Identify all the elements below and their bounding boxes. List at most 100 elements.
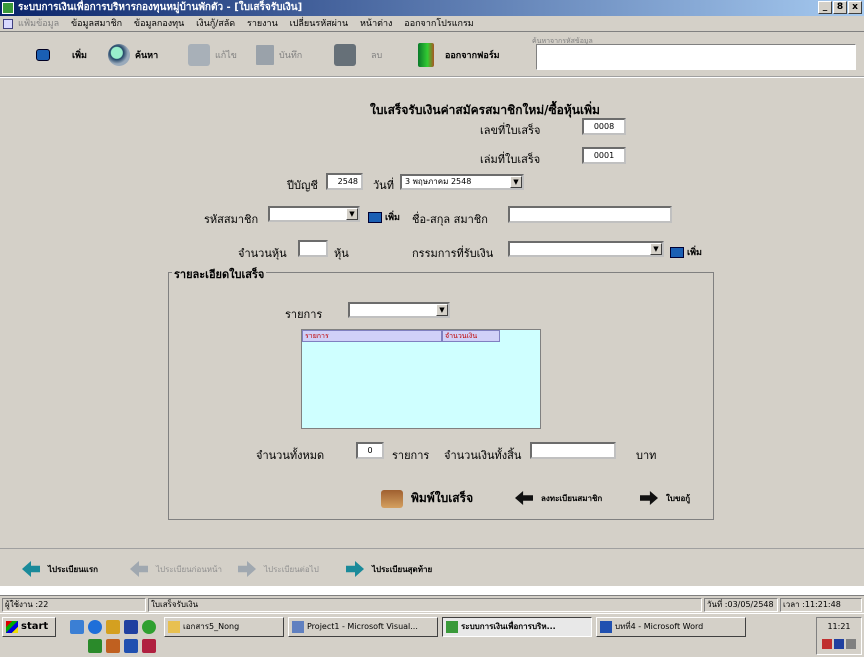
quicklaunch-icon-6[interactable] <box>88 639 102 653</box>
desktop-icon[interactable] <box>70 620 84 634</box>
save-icon[interactable] <box>124 620 138 634</box>
minimize-button[interactable]: _ <box>818 1 832 14</box>
media-icon[interactable] <box>106 620 120 634</box>
windows-taskbar: start เอกสาร5_Nong Project1 - Microsoft … <box>0 613 864 657</box>
book-number-field[interactable]: 0001 <box>582 147 626 164</box>
fiscal-year-field[interactable]: 2548 <box>326 173 363 190</box>
date-label: วันที่ <box>373 179 394 192</box>
arrow-left-icon <box>130 561 148 577</box>
arrow-left-icon <box>22 561 40 577</box>
menu-reports[interactable]: รายงาน <box>247 16 278 32</box>
print-receipt-button[interactable]: พิมพ์ใบเสร็จ <box>381 489 473 508</box>
book-number-label: เล่มที่ใบเสร็จ <box>480 153 541 166</box>
arrow-right-icon <box>238 561 256 577</box>
record-navigation-bar: ไประเบียนแรก ไประเบียนก่อนหน้า ไประเบียน… <box>0 548 864 586</box>
toolbar-add-button[interactable] <box>36 42 50 68</box>
next-record-button[interactable]: ไประเบียนต่อไป <box>238 561 319 577</box>
total-amount-field[interactable] <box>530 442 616 459</box>
menu-change-password[interactable]: เปลี่ยนรหัสผ่าน <box>290 16 348 32</box>
chevron-down-icon[interactable]: ▼ <box>346 208 358 220</box>
arrow-right-icon <box>346 561 364 577</box>
volume-icon[interactable] <box>846 639 856 649</box>
menu-file[interactable]: แฟ้มข้อมูล <box>18 16 59 32</box>
last-record-button[interactable]: ไประเบียนสุดท้าย <box>346 561 432 577</box>
toolbar-exit-button[interactable]: ออกจากฟอร์ม <box>418 42 500 68</box>
calendar-add-icon <box>670 246 684 258</box>
arrow-right-icon <box>640 491 658 505</box>
add-member-button[interactable]: เพิ่ม <box>368 210 400 224</box>
word-icon <box>600 621 612 633</box>
arrow-left-icon <box>515 491 533 505</box>
start-button[interactable]: start <box>2 617 56 637</box>
window-title: ระบบการเงินเพื่อการบริหารกองทุนหมู่บ้านพ… <box>18 2 303 13</box>
status-bar: ผู้ใช้งาน :22 ใบเสร็จรับเงิน วันที่ :03/… <box>0 595 864 613</box>
receipt-detail-group-title: รายละเอียดใบเสร็จ <box>172 265 267 283</box>
word-icon[interactable] <box>124 639 138 653</box>
grid-header-item[interactable]: รายการ <box>302 330 442 342</box>
previous-record-button[interactable]: ไประเบียนก่อนหน้า <box>130 561 222 577</box>
chevron-down-icon[interactable]: ▼ <box>510 176 522 188</box>
total-count-field[interactable]: 0 <box>356 442 384 459</box>
chevron-down-icon[interactable]: ▼ <box>436 304 448 316</box>
member-id-select[interactable]: ▼ <box>268 206 360 222</box>
antivirus-icon[interactable] <box>822 639 832 649</box>
chevron-down-icon[interactable]: ▼ <box>650 243 662 255</box>
taskbar-item-finance-app[interactable]: ระบบการเงินเพื่อการบริห... <box>442 617 592 637</box>
messenger-icon[interactable] <box>142 620 156 634</box>
member-name-field[interactable] <box>508 206 672 223</box>
quicklaunch-icon-9[interactable] <box>142 639 156 653</box>
quicklaunch-icon-7[interactable] <box>106 639 120 653</box>
maximize-button[interactable]: 8 <box>833 1 847 14</box>
receipt-number-label: เลขที่ใบเสร็จ <box>480 124 541 137</box>
search-input[interactable] <box>536 44 856 70</box>
receipt-number-field[interactable]: 0008 <box>582 118 626 135</box>
add-committee-button[interactable]: เพิ่ม <box>670 245 702 259</box>
toolbar-delete-button[interactable]: ลบ <box>334 42 382 68</box>
folder-icon <box>168 621 180 633</box>
shares-field[interactable] <box>298 240 328 257</box>
loan-application-button[interactable]: ใบขอกู้ <box>640 491 690 505</box>
grid-header-amount[interactable]: จำนวนเงิน <box>442 330 500 342</box>
baht-label: บาท <box>636 449 657 462</box>
committee-select[interactable]: ▼ <box>508 241 664 257</box>
toolbar-add-label[interactable]: เพิ่ม <box>72 42 87 68</box>
item-select[interactable]: ▼ <box>348 302 450 318</box>
app-icon <box>446 621 458 633</box>
items-unit-label: รายการ <box>392 449 430 462</box>
date-select[interactable]: 3 พฤษภาคม 2548 ▼ <box>400 174 524 190</box>
taskbar-item-folder[interactable]: เอกสาร5_Nong <box>164 617 284 637</box>
menu-loans[interactable]: เงินกู้/สลัด <box>196 16 235 32</box>
toolbar-edit-button[interactable]: แก้ไข <box>188 42 237 68</box>
shares-unit-label: หุ้น <box>334 247 349 260</box>
clock[interactable]: 11:21 <box>827 622 850 631</box>
app-icon <box>2 2 14 14</box>
status-date: วันที่ :03/05/2548 <box>704 598 778 612</box>
item-label: รายการ <box>285 308 323 321</box>
fiscal-year-label: ปีบัญชี <box>287 179 318 192</box>
status-time: เวลา :11:21:48 <box>780 598 862 612</box>
toolbar-search-button[interactable]: ค้นหา <box>108 42 158 68</box>
toolbar-save-button[interactable]: บันทึก <box>256 42 302 68</box>
language-icon[interactable] <box>834 639 844 649</box>
menu-fund[interactable]: ข้อมูลกองทุน <box>134 16 184 32</box>
menu-window[interactable]: หน้าต่าง <box>360 16 392 32</box>
menu-members[interactable]: ข้อมูลสมาชิก <box>71 16 122 32</box>
register-member-button[interactable]: ลงทะเบียนสมาชิก <box>515 491 602 505</box>
window-title-bar[interactable]: ระบบการเงินเพื่อการบริหารกองทุนหมู่บ้านพ… <box>0 0 864 16</box>
delete-icon <box>334 44 356 66</box>
magnifier-icon <box>108 44 130 66</box>
committee-label: กรรมการที่รับเงิน <box>412 247 494 260</box>
taskbar-item-word[interactable]: บทที่4 - Microsoft Word <box>596 617 746 637</box>
printer-icon <box>381 489 403 508</box>
document-icon <box>3 19 13 29</box>
first-record-button[interactable]: ไประเบียนแรก <box>22 561 98 577</box>
toolbar: เพิ่ม ค้นหา แก้ไข บันทึก ลบ ออกจากฟอร์ม … <box>0 32 864 77</box>
browser-icon[interactable] <box>88 620 102 634</box>
shares-label: จำนวนหุ้น <box>238 247 287 260</box>
menu-exit[interactable]: ออกจากโปรแกรม <box>404 16 473 32</box>
taskbar-item-visual-basic[interactable]: Project1 - Microsoft Visual... <box>288 617 438 637</box>
total-amount-label: จำนวนเงินทั้งสิ้น <box>444 449 522 462</box>
receipt-items-grid[interactable]: รายการ จำนวนเงิน <box>301 329 541 429</box>
close-button[interactable]: x <box>848 1 862 14</box>
edit-icon <box>188 44 210 66</box>
